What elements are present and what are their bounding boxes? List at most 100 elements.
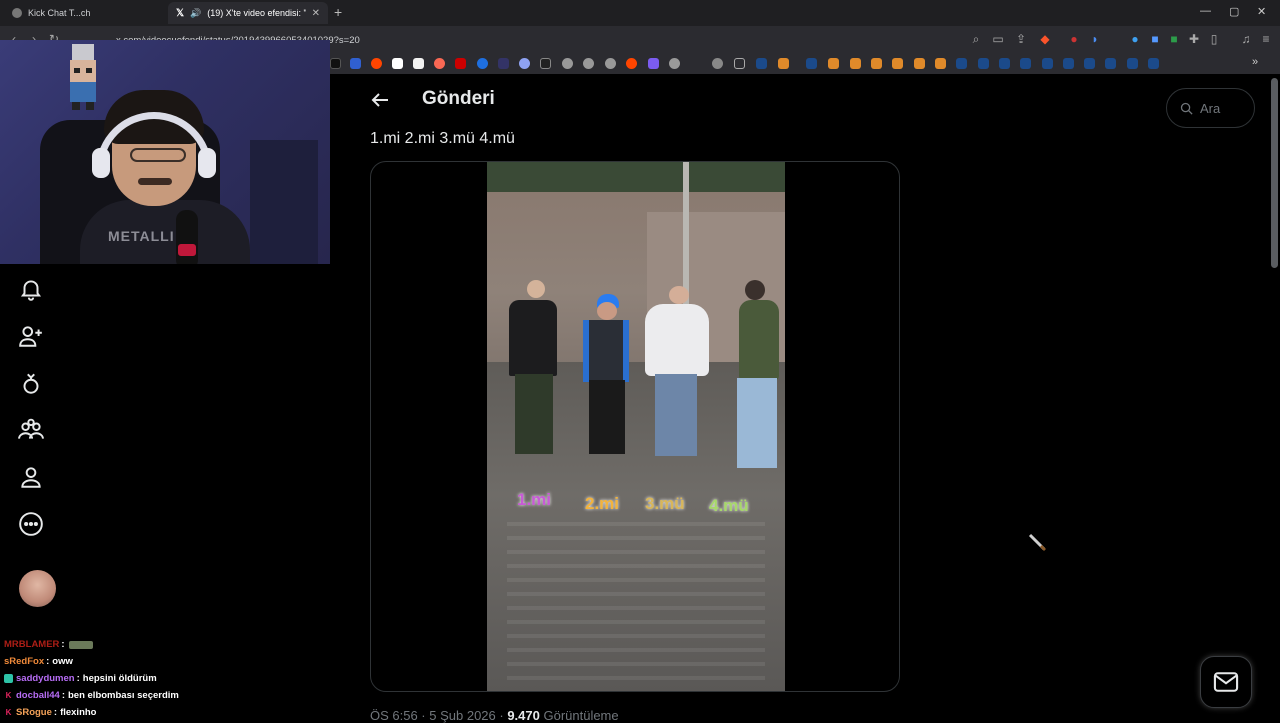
bookmark-icon[interactable] (498, 58, 509, 69)
bookmark-steam-icon[interactable] (806, 58, 817, 69)
bookmark-icon[interactable] (669, 58, 680, 69)
search-icon (1180, 102, 1193, 115)
pixel-avatar-icon (70, 44, 96, 110)
profile-icon[interactable] (18, 464, 44, 490)
maximize-button[interactable]: ▢ (1229, 5, 1239, 18)
bookmark-icon[interactable] (455, 58, 466, 69)
chat-username: sRedFox (4, 656, 45, 667)
bookmark-icon[interactable] (562, 58, 573, 69)
bookmark-icon[interactable] (583, 58, 594, 69)
headset-earcup (198, 148, 216, 178)
chat-separator: : (46, 656, 50, 667)
bookmark-icon[interactable] (712, 58, 723, 69)
new-tab-button[interactable]: + (334, 4, 342, 20)
extension-icon[interactable]: ■ (1147, 31, 1163, 47)
bookmark-icon[interactable] (850, 58, 861, 69)
bookmark-folder-icon[interactable] (734, 58, 745, 69)
extension-icon[interactable]: ■ (1166, 31, 1182, 47)
menu-icon[interactable]: ≡ (1258, 31, 1274, 47)
bookmark-icon[interactable] (392, 58, 403, 69)
brave-shield-icon[interactable]: ◆ (1037, 31, 1053, 47)
extension-icon[interactable]: ● (1127, 31, 1143, 47)
bookmark-steam-icon[interactable] (1042, 58, 1053, 69)
minimize-button[interactable]: — (1200, 5, 1211, 17)
bookmark-steam-icon[interactable] (1127, 58, 1138, 69)
close-tab-icon[interactable]: ✕ (312, 8, 320, 19)
bookmark-icon[interactable] (540, 58, 551, 69)
bookmark-icon[interactable] (892, 58, 903, 69)
post-media[interactable]: 1.mi 2.mi 3.mü 4.mü (370, 161, 900, 692)
chat-separator: : (61, 639, 65, 650)
headset-earcup (92, 148, 110, 178)
grok-premium-icon[interactable] (18, 370, 44, 396)
post-header (330, 78, 910, 126)
bookmark-steam-icon[interactable] (1084, 58, 1095, 69)
bookmark-steam-icon[interactable] (956, 58, 967, 69)
media-icon[interactable]: ♫ (1238, 31, 1254, 47)
bookmark-icon[interactable] (626, 58, 637, 69)
bookmark-icon[interactable] (935, 58, 946, 69)
post-timestamp[interactable]: ÖS 6:56 · 5 Şub 2026 · (370, 708, 507, 723)
bookmark-x-icon[interactable] (330, 58, 341, 69)
account-avatar[interactable] (19, 570, 56, 607)
bookmark-icon[interactable] (648, 58, 659, 69)
back-arrow-icon[interactable] (368, 88, 392, 112)
puzzle-icon[interactable]: ✚ (1186, 31, 1202, 47)
tab-kick-chat[interactable]: Kick Chat T...ch (4, 2, 166, 24)
video-label: 1.mi (517, 490, 552, 509)
bookmark-icon[interactable] (914, 58, 925, 69)
bookmark-steam-icon[interactable] (978, 58, 989, 69)
person-pants (655, 374, 697, 456)
bookmark-icon[interactable] (778, 58, 789, 69)
follow-add-user-icon[interactable] (18, 323, 44, 349)
bookmark-icon[interactable] (350, 58, 361, 69)
bookmark-amazon-icon[interactable] (413, 58, 424, 69)
speaker-icon[interactable]: 🔊 (190, 8, 201, 19)
share-icon[interactable]: ⇪ (1013, 31, 1029, 47)
person-head (745, 280, 765, 300)
bookmark-icon[interactable] (828, 58, 839, 69)
person-jacket (739, 300, 779, 380)
extension-icon[interactable]: ● (1066, 31, 1082, 47)
chat-separator: : (61, 690, 65, 701)
cast-icon[interactable]: ▭ (990, 31, 1006, 47)
bookmark-steam-icon[interactable] (999, 58, 1010, 69)
bookmark-steam-icon[interactable] (756, 58, 767, 69)
post-text: 1.mi 2.mi 3.mü 4.mü (370, 130, 515, 147)
tab-x-post[interactable]: 𝕏 🔊 (19) X'te video efendisi: "1.mi ✕ (168, 2, 328, 24)
sidebar-toggle-icon[interactable]: ▯ (1206, 31, 1222, 47)
bookmark-steam-icon[interactable] (1063, 58, 1074, 69)
bookmark-icon[interactable] (605, 58, 616, 69)
close-window-button[interactable]: ✕ (1257, 5, 1266, 18)
zoom-icon[interactable]: ⌕ (968, 31, 984, 47)
extension-icon[interactable]: ◗ (1087, 31, 1103, 47)
bookmark-reddit-icon[interactable] (371, 58, 382, 69)
bookmark-icon[interactable] (434, 58, 445, 69)
person-jacket (583, 320, 629, 382)
chat-separator: : (53, 707, 58, 718)
chat-text: oww (52, 656, 73, 667)
chat-message: K docball44 : ben elbombası seçerdim (4, 687, 330, 704)
bookmark-steam-icon[interactable] (1148, 58, 1159, 69)
video-player[interactable]: 1.mi 2.mi 3.mü 4.mü (487, 162, 785, 691)
background-door (250, 140, 318, 264)
bookmark-icon[interactable] (519, 58, 530, 69)
messages-button[interactable] (1200, 656, 1252, 708)
chat-username: SRogue (16, 707, 52, 718)
search-box[interactable]: Ara (1166, 88, 1255, 128)
chat-username: docball44 (16, 690, 60, 701)
bookmark-steam-icon[interactable] (1105, 58, 1116, 69)
microphone-band (178, 244, 196, 256)
bookmark-steam-icon[interactable] (1020, 58, 1031, 69)
more-options-icon[interactable] (18, 511, 44, 537)
bookmark-icon[interactable] (871, 58, 882, 69)
chat-separator: : (76, 673, 80, 684)
bookmark-icon[interactable] (477, 58, 488, 69)
communities-icon[interactable] (18, 417, 44, 443)
more-bookmarks-icon[interactable]: » (1252, 56, 1258, 68)
subscriber-badge-icon (4, 674, 13, 683)
page-scrollbar[interactable] (1271, 78, 1278, 268)
webcam-overlay: METALLI (0, 40, 330, 264)
notifications-bell-icon[interactable] (18, 276, 44, 302)
tab-favicon-icon (12, 8, 22, 18)
